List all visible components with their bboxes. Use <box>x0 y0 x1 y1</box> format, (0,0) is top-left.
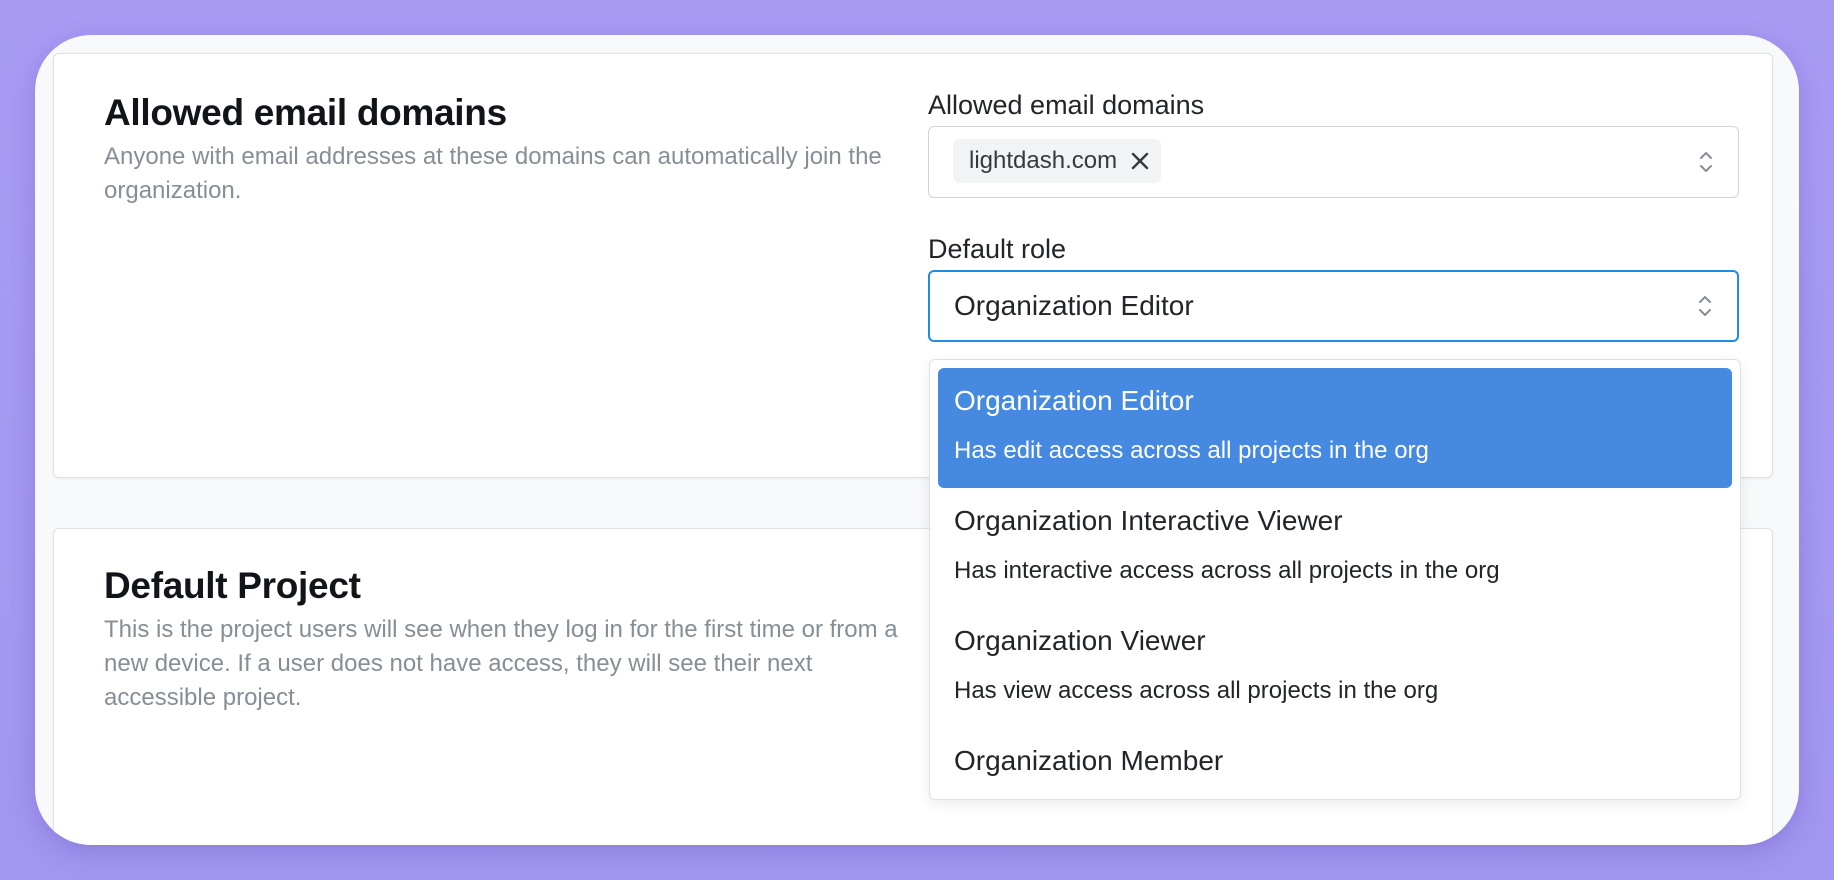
chevron-up-down-icon <box>1698 149 1714 175</box>
domains-multiselect[interactable]: lightdash.com <box>928 126 1739 198</box>
option-description: Has view access across all projects in t… <box>954 677 1439 704</box>
role-select-value: Organization Editor <box>954 290 1194 321</box>
option-title: Organization Viewer <box>954 625 1206 656</box>
option-title: Organization Member <box>954 745 1224 776</box>
close-icon[interactable] <box>1129 150 1151 172</box>
role-label: Default role <box>928 234 1067 264</box>
section-description: Anyone with email addresses at these dom… <box>104 143 882 204</box>
option-title: Organization Interactive Viewer <box>954 505 1343 536</box>
chevron-up-down-icon <box>1697 293 1713 319</box>
option-title: Organization Editor <box>954 385 1194 416</box>
section-title: Allowed email domains <box>104 92 507 133</box>
role-select[interactable]: Organization Editor <box>928 270 1739 342</box>
role-option-viewer[interactable]: Organization Viewer Has view access acro… <box>938 608 1732 728</box>
role-option-editor[interactable]: Organization Editor Has edit access acro… <box>938 368 1732 488</box>
role-option-interactive-viewer[interactable]: Organization Interactive Viewer Has inte… <box>938 488 1732 608</box>
domain-tag-label: lightdash.com <box>969 147 1118 174</box>
role-dropdown: Organization Editor Has edit access acro… <box>929 359 1741 800</box>
role-option-member[interactable]: Organization Member <box>938 728 1732 799</box>
option-description: Has edit access across all projects in t… <box>954 437 1429 464</box>
domain-tag: lightdash.com <box>953 139 1162 183</box>
option-description: Has interactive access across all projec… <box>954 557 1500 584</box>
section-title: Default Project <box>104 565 361 606</box>
section-description: This is the project users will see when … <box>104 616 898 711</box>
domains-label: Allowed email domains <box>928 90 1205 120</box>
